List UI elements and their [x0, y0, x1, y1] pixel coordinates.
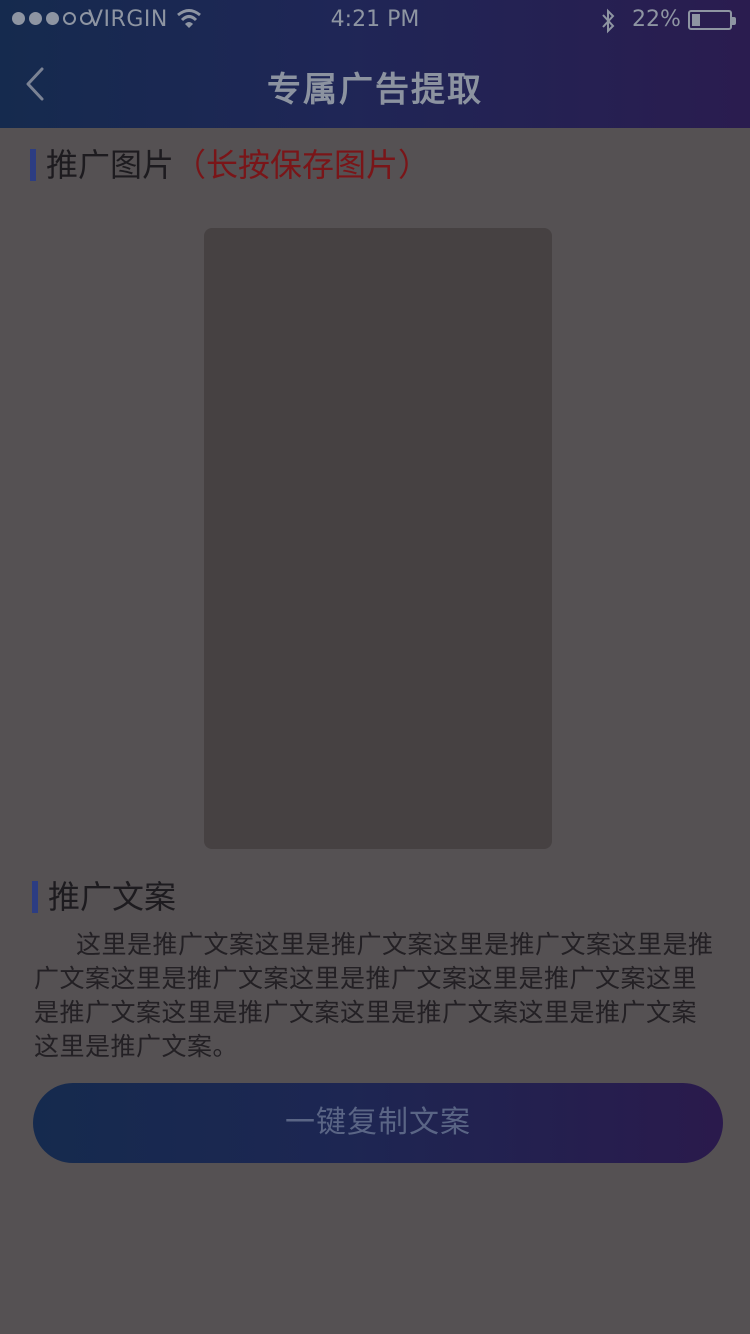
status-bar: VIRGIN 4:21 PM 22%	[0, 0, 750, 40]
save-image-hint: （长按保存图片）	[174, 146, 431, 184]
promo-image-section-title: 推广图片（长按保存图片）	[30, 145, 430, 185]
app-header: VIRGIN 4:21 PM 22% 专属广告提取	[0, 0, 750, 128]
section-accent-bar	[30, 149, 36, 181]
battery-percent: 22%	[632, 7, 681, 32]
page-title: 专属广告提取	[267, 70, 483, 110]
ad-copy-section-title: 推广文案	[32, 877, 176, 917]
bluetooth-icon	[602, 8, 615, 34]
battery-level	[692, 14, 700, 26]
ad-copy-text: 这里是推广文案这里是推广文案这里是推广文案这里是推广文案这里是推广文案这里是推广…	[34, 930, 714, 1061]
battery-icon	[688, 10, 736, 30]
promo-image-label: 推广图片	[46, 146, 175, 184]
promo-image[interactable]	[204, 228, 552, 849]
copy-text-button[interactable]: 一键复制文案	[33, 1083, 723, 1163]
battery-tip	[732, 17, 736, 25]
section-accent-bar	[32, 881, 38, 913]
ad-copy-label: 推广文案	[48, 878, 177, 916]
